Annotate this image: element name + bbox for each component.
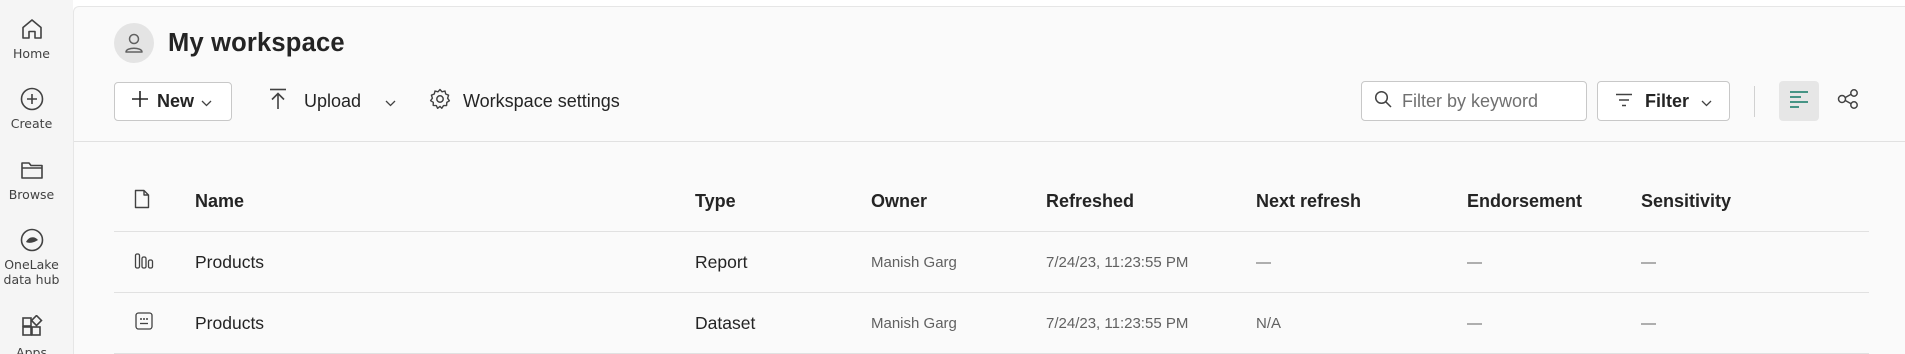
dataset-icon xyxy=(134,311,154,336)
workspace-settings-button[interactable]: Workspace settings xyxy=(429,82,620,121)
chevron-down-icon xyxy=(1701,91,1712,112)
item-type: Report xyxy=(695,251,748,272)
item-name-link[interactable]: Products xyxy=(195,293,264,353)
item-owner: Manish Garg xyxy=(871,253,957,271)
search-icon xyxy=(1374,90,1392,113)
apps-icon xyxy=(0,315,63,341)
table-row[interactable]: Products Report Manish Garg 7/24/23, 11:… xyxy=(114,232,1869,293)
filter-button[interactable]: Filter xyxy=(1597,81,1730,121)
nav-browse-label: Browse xyxy=(8,187,55,202)
column-header-type[interactable]: Type xyxy=(695,172,736,231)
nav-create-label: Create xyxy=(10,116,53,131)
table-row[interactable]: Products Dataset Manish Garg 7/24/23, 11… xyxy=(114,293,1869,354)
chevron-down-icon xyxy=(385,91,396,112)
item-name-link[interactable]: Products xyxy=(195,232,264,292)
workspace-header: My workspace New Upload Workspace settin… xyxy=(74,7,1905,142)
item-sensitivity: — xyxy=(1641,253,1656,271)
home-icon xyxy=(0,16,63,42)
file-icon xyxy=(134,189,150,214)
nav-home[interactable]: Home xyxy=(0,16,63,61)
column-type-icon-header xyxy=(134,172,158,231)
item-type: Dataset xyxy=(695,312,756,333)
nav-apps[interactable]: Apps xyxy=(0,315,63,354)
column-header-name[interactable]: Name xyxy=(195,172,244,231)
new-button-label: New xyxy=(157,91,195,111)
table-header: Name Type Owner Refreshed Next refresh E… xyxy=(114,172,1869,232)
upload-icon xyxy=(268,88,288,115)
item-endorsement: — xyxy=(1467,253,1482,271)
nav-onelake-data-hub[interactable]: OneLake data hub xyxy=(0,227,63,287)
create-icon xyxy=(0,86,63,112)
nav-onelake-label-line2: data hub xyxy=(3,272,60,287)
list-view-button[interactable] xyxy=(1779,81,1819,121)
plus-icon xyxy=(131,90,149,113)
nav-onelake-label-line1: OneLake xyxy=(4,257,59,272)
item-refreshed: 7/24/23, 11:23:55 PM xyxy=(1046,314,1189,332)
column-header-endorsement[interactable]: Endorsement xyxy=(1467,172,1582,231)
new-button[interactable]: New xyxy=(114,82,232,121)
nav-browse[interactable]: Browse xyxy=(0,157,63,202)
column-header-refreshed[interactable]: Refreshed xyxy=(1046,172,1134,231)
workspace-avatar xyxy=(114,23,154,63)
item-owner: Manish Garg xyxy=(871,314,957,332)
browse-icon xyxy=(0,157,63,183)
filter-icon xyxy=(1615,91,1633,112)
workspace-panel: My workspace New Upload Workspace settin… xyxy=(73,6,1905,354)
nav-create[interactable]: Create xyxy=(0,86,63,131)
upload-button-label: Upload xyxy=(304,91,362,111)
item-refreshed: 7/24/23, 11:23:55 PM xyxy=(1046,253,1189,271)
row-icon xyxy=(134,293,158,353)
search-input[interactable] xyxy=(1402,90,1582,112)
page-title: My workspace xyxy=(168,29,345,57)
lineage-view-button[interactable] xyxy=(1828,81,1868,121)
report-icon xyxy=(134,250,154,275)
column-header-owner[interactable]: Owner xyxy=(871,172,927,231)
nav-apps-label: Apps xyxy=(16,345,47,354)
column-header-sensitivity[interactable]: Sensitivity xyxy=(1641,172,1731,231)
column-header-next-refresh[interactable]: Next refresh xyxy=(1256,172,1361,231)
item-endorsement: — xyxy=(1467,314,1482,332)
item-next-refresh: — xyxy=(1256,253,1271,271)
item-sensitivity: — xyxy=(1641,314,1656,332)
list-view-icon xyxy=(1789,90,1809,113)
left-nav-rail: Home Create Browse OneLake data hub Apps xyxy=(0,0,73,354)
chevron-down-icon xyxy=(201,91,212,112)
onelake-icon xyxy=(0,227,63,253)
filter-button-label: Filter xyxy=(1645,90,1690,111)
workspace-items-table: Name Type Owner Refreshed Next refresh E… xyxy=(114,172,1869,354)
item-next-refresh: N/A xyxy=(1256,314,1282,332)
upload-button[interactable]: Upload xyxy=(268,82,396,121)
row-icon xyxy=(134,232,158,292)
nav-home-label: Home xyxy=(13,46,50,61)
gear-icon xyxy=(429,88,451,115)
search-box[interactable] xyxy=(1361,81,1587,121)
toolbar-divider xyxy=(1754,86,1755,117)
workspace-settings-label: Workspace settings xyxy=(463,91,620,111)
lineage-icon xyxy=(1837,88,1859,114)
